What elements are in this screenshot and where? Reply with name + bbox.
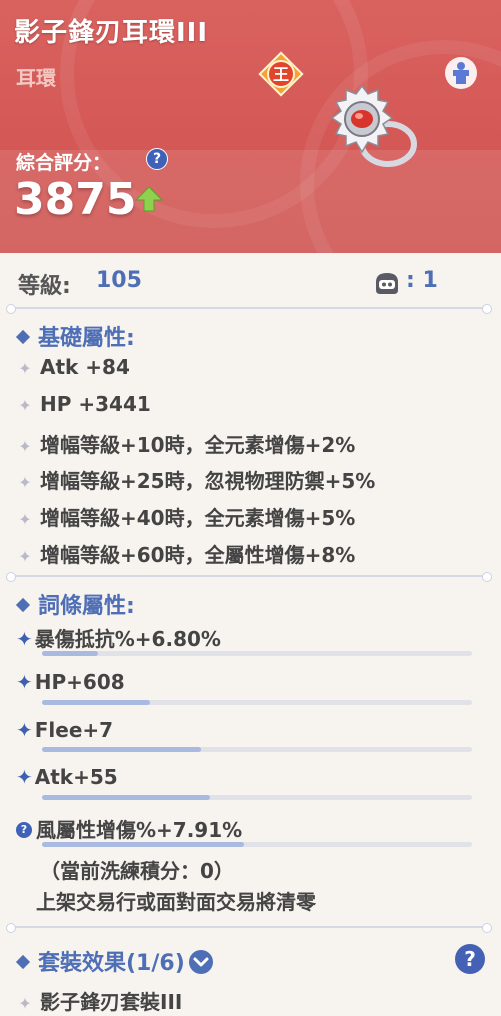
score-help-icon[interactable]: ? — [146, 148, 168, 170]
base-attributes-title: 基礎屬性: — [15, 320, 135, 352]
stat-quality-bar — [42, 700, 472, 705]
sparkle-icon: ✦ — [18, 473, 32, 492]
random-stat-line: ? 風屬性增傷%+7.91% — [16, 814, 242, 843]
stat-quality-bar — [42, 795, 472, 800]
stat-quality-bar — [42, 842, 472, 847]
base-stat-line: ✦ 增幅等級+10時，全元素增傷+2% — [18, 433, 356, 457]
random-stat-line: ✦ 暴傷抵抗%+6.80% — [16, 627, 221, 651]
random-stat-line: ✦ Atk+55 — [16, 765, 118, 789]
base-stat-line: ✦ 增幅等級+60時，全屬性增傷+8% — [18, 543, 356, 567]
diamond-icon — [15, 597, 31, 613]
set-item-line: ✦ 影子鋒刃套裝III — [18, 990, 183, 1014]
stat-quality-fill — [42, 651, 98, 656]
sparkle-icon: ✦ — [16, 765, 33, 789]
set-help-icon[interactable]: ? — [455, 944, 485, 974]
base-stat-line: ✦ HP +3441 — [18, 392, 151, 416]
question-icon: ? — [16, 821, 32, 838]
diamond-icon — [15, 954, 31, 970]
sparkle-icon: ✦ — [18, 994, 32, 1013]
set-effect-title[interactable]: 套裝效果(1/6) — [15, 945, 213, 977]
trade-reset-note: 上架交易行或面對面交易將清零 — [36, 890, 316, 914]
stat-quality-bar — [42, 747, 472, 752]
stat-quality-fill — [42, 842, 245, 847]
item-header: 影子鋒刃耳環III 耳環 王 綜合評分： ? 3875 — [0, 0, 501, 253]
up-arrow-icon — [134, 186, 164, 212]
random-stat-line: ✦ HP+608 — [16, 670, 125, 694]
refine-points-note: （當前洗練積分：0） — [40, 859, 234, 883]
stat-quality-fill — [42, 795, 210, 800]
king-badge-icon: 王 — [258, 51, 304, 97]
diamond-icon — [15, 329, 31, 345]
stat-quality-fill — [42, 700, 150, 705]
chevron-down-icon[interactable] — [188, 950, 213, 974]
sparkle-icon: ✦ — [16, 627, 33, 651]
random-attributes-title: 詞條屬性: — [15, 588, 135, 620]
item-type: 耳環 — [16, 66, 56, 90]
score-label: 綜合評分： — [16, 152, 112, 174]
stat-quality-fill — [42, 747, 202, 752]
divider — [6, 572, 492, 582]
level-label: 等級: — [18, 274, 71, 299]
score-value: 3875 — [14, 174, 137, 225]
level-value: 105 — [96, 268, 142, 293]
base-stat-line: ✦ 增幅等級+25時，忽視物理防禦+5% — [18, 469, 376, 493]
divider — [6, 923, 492, 933]
refine-value: : 1 — [406, 268, 438, 293]
king-badge-char: 王 — [273, 65, 289, 84]
earring-icon — [330, 84, 417, 167]
sparkle-icon: ✦ — [18, 396, 32, 415]
sparkle-icon: ✦ — [18, 437, 32, 456]
sparkle-icon: ✦ — [16, 670, 33, 694]
sparkle-icon: ✦ — [18, 359, 32, 378]
sparkle-icon: ✦ — [18, 547, 32, 566]
base-stat-line: ✦ Atk +84 — [18, 355, 130, 379]
refine-icon — [376, 273, 398, 294]
stat-quality-bar — [42, 651, 472, 656]
sparkle-icon: ✦ — [18, 510, 32, 529]
mannequin-icon[interactable] — [444, 56, 478, 90]
divider — [6, 304, 492, 314]
item-title: 影子鋒刃耳環III — [14, 18, 209, 48]
base-stat-line: ✦ 增幅等級+40時，全元素增傷+5% — [18, 506, 356, 530]
sparkle-icon: ✦ — [16, 718, 33, 742]
random-stat-line: ✦ Flee+7 — [16, 718, 114, 742]
